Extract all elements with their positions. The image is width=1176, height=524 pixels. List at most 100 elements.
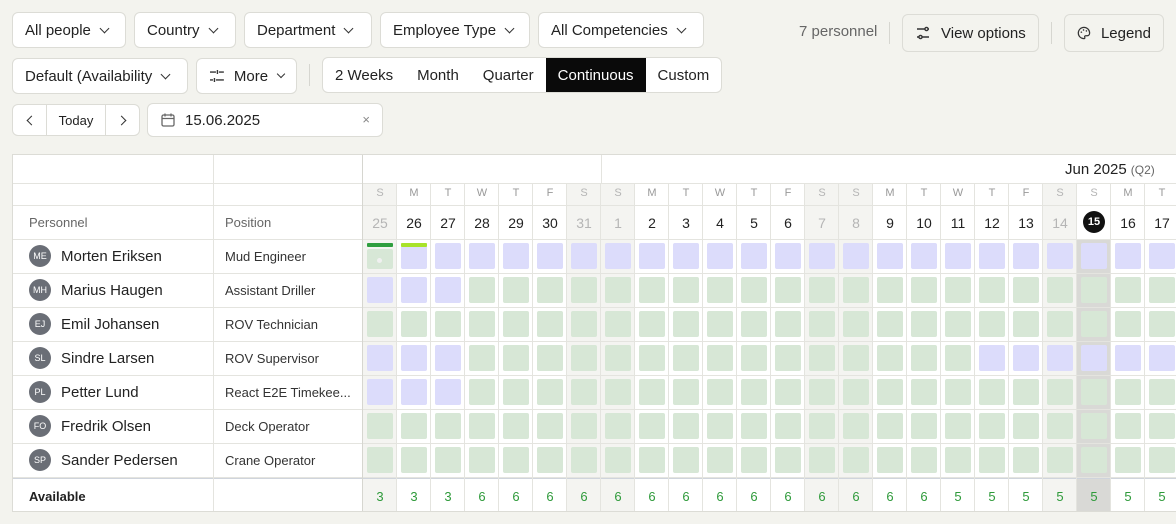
availability-cell[interactable] — [435, 413, 461, 439]
availability-cell[interactable] — [673, 277, 699, 303]
availability-cell[interactable] — [877, 311, 903, 337]
availability-cell[interactable] — [911, 413, 937, 439]
availability-cell[interactable] — [775, 379, 801, 405]
availability-cell[interactable] — [571, 379, 597, 405]
availability-cell[interactable] — [503, 413, 529, 439]
availability-cell[interactable] — [503, 277, 529, 303]
availability-cell[interactable] — [979, 277, 1005, 303]
availability-cell[interactable] — [673, 243, 699, 269]
availability-cell[interactable] — [1047, 345, 1073, 371]
availability-cell[interactable] — [1149, 379, 1175, 405]
availability-cell[interactable] — [707, 243, 733, 269]
availability-cell[interactable] — [1081, 243, 1107, 269]
availability-cell[interactable] — [435, 379, 461, 405]
availability-cell[interactable] — [503, 379, 529, 405]
personnel-row[interactable]: MH Marius Haugen — [13, 273, 213, 307]
availability-cell[interactable] — [775, 413, 801, 439]
availability-cell[interactable] — [1149, 311, 1175, 337]
prev-button[interactable] — [13, 105, 47, 135]
availability-cell[interactable] — [945, 277, 971, 303]
availability-cell[interactable] — [1149, 447, 1175, 473]
availability-cell[interactable] — [605, 277, 631, 303]
availability-cell[interactable] — [469, 243, 495, 269]
availability-cell[interactable] — [809, 277, 835, 303]
availability-cell[interactable] — [1047, 379, 1073, 405]
range-continuous[interactable]: Continuous — [545, 58, 646, 92]
availability-cell[interactable] — [571, 243, 597, 269]
availability-cell[interactable] — [605, 447, 631, 473]
availability-cell[interactable] — [435, 277, 461, 303]
availability-cell[interactable] — [707, 413, 733, 439]
availability-cell[interactable] — [1081, 447, 1107, 473]
availability-cell[interactable] — [469, 311, 495, 337]
availability-cell[interactable] — [469, 277, 495, 303]
availability-cell[interactable] — [945, 413, 971, 439]
availability-cell[interactable] — [911, 311, 937, 337]
availability-cell[interactable] — [809, 413, 835, 439]
availability-cell[interactable] — [945, 447, 971, 473]
availability-cell[interactable] — [537, 243, 563, 269]
range-2-weeks[interactable]: 2 Weeks — [323, 58, 405, 92]
availability-cell[interactable] — [741, 277, 767, 303]
availability-cell[interactable] — [605, 379, 631, 405]
availability-cell[interactable] — [979, 345, 1005, 371]
availability-cell[interactable] — [741, 345, 767, 371]
availability-cell[interactable] — [605, 413, 631, 439]
availability-cell[interactable] — [741, 447, 767, 473]
availability-cell[interactable] — [707, 311, 733, 337]
availability-cell[interactable] — [1081, 345, 1107, 371]
availability-cell[interactable] — [1013, 413, 1039, 439]
availability-cell[interactable] — [1047, 413, 1073, 439]
range-month[interactable]: Month — [405, 58, 471, 92]
availability-cell[interactable] — [673, 379, 699, 405]
availability-cell[interactable] — [469, 345, 495, 371]
range-custom[interactable]: Custom — [646, 58, 722, 92]
more-dropdown[interactable]: More — [196, 58, 297, 94]
availability-cell[interactable] — [911, 379, 937, 405]
availability-cell[interactable] — [401, 311, 427, 337]
availability-cell[interactable] — [877, 447, 903, 473]
availability-cell[interactable] — [911, 243, 937, 269]
personnel-row[interactable]: FO Fredrik Olsen — [13, 409, 213, 443]
availability-cell[interactable] — [1013, 243, 1039, 269]
availability-cell[interactable] — [571, 413, 597, 439]
availability-cell[interactable] — [639, 413, 665, 439]
availability-cell[interactable] — [809, 243, 835, 269]
availability-cell[interactable] — [809, 311, 835, 337]
availability-cell[interactable] — [945, 243, 971, 269]
availability-cell[interactable] — [775, 311, 801, 337]
availability-cell[interactable] — [469, 447, 495, 473]
availability-cell[interactable] — [1149, 243, 1175, 269]
availability-cell[interactable] — [401, 379, 427, 405]
personnel-row[interactable]: SL Sindre Larsen — [13, 341, 213, 375]
availability-cell[interactable] — [741, 413, 767, 439]
personnel-row[interactable]: ME Morten Eriksen — [13, 239, 213, 273]
availability-cell[interactable] — [367, 277, 393, 303]
availability-cell[interactable] — [639, 311, 665, 337]
availability-cell[interactable] — [401, 447, 427, 473]
availability-cell[interactable] — [775, 447, 801, 473]
availability-cell[interactable] — [1081, 311, 1107, 337]
availability-cell[interactable] — [1013, 379, 1039, 405]
availability-cell[interactable] — [503, 447, 529, 473]
availability-cell[interactable] — [741, 379, 767, 405]
availability-cell[interactable] — [775, 277, 801, 303]
personnel-row[interactable]: PL Petter Lund — [13, 375, 213, 409]
availability-cell[interactable] — [979, 311, 1005, 337]
availability-cell[interactable] — [1115, 311, 1141, 337]
availability-cell[interactable] — [741, 311, 767, 337]
availability-cell[interactable] — [1047, 243, 1073, 269]
availability-cell[interactable] — [571, 311, 597, 337]
availability-cell[interactable] — [945, 345, 971, 371]
availability-cell[interactable] — [367, 345, 393, 371]
availability-cell[interactable] — [707, 447, 733, 473]
availability-cell[interactable] — [843, 379, 869, 405]
availability-cell[interactable] — [673, 447, 699, 473]
availability-cell[interactable] — [537, 311, 563, 337]
availability-cell[interactable] — [809, 447, 835, 473]
availability-cell[interactable] — [469, 413, 495, 439]
availability-cell[interactable] — [401, 413, 427, 439]
availability-cell[interactable] — [1081, 379, 1107, 405]
availability-cell[interactable] — [1081, 413, 1107, 439]
clear-date-icon[interactable]: × — [362, 112, 370, 127]
